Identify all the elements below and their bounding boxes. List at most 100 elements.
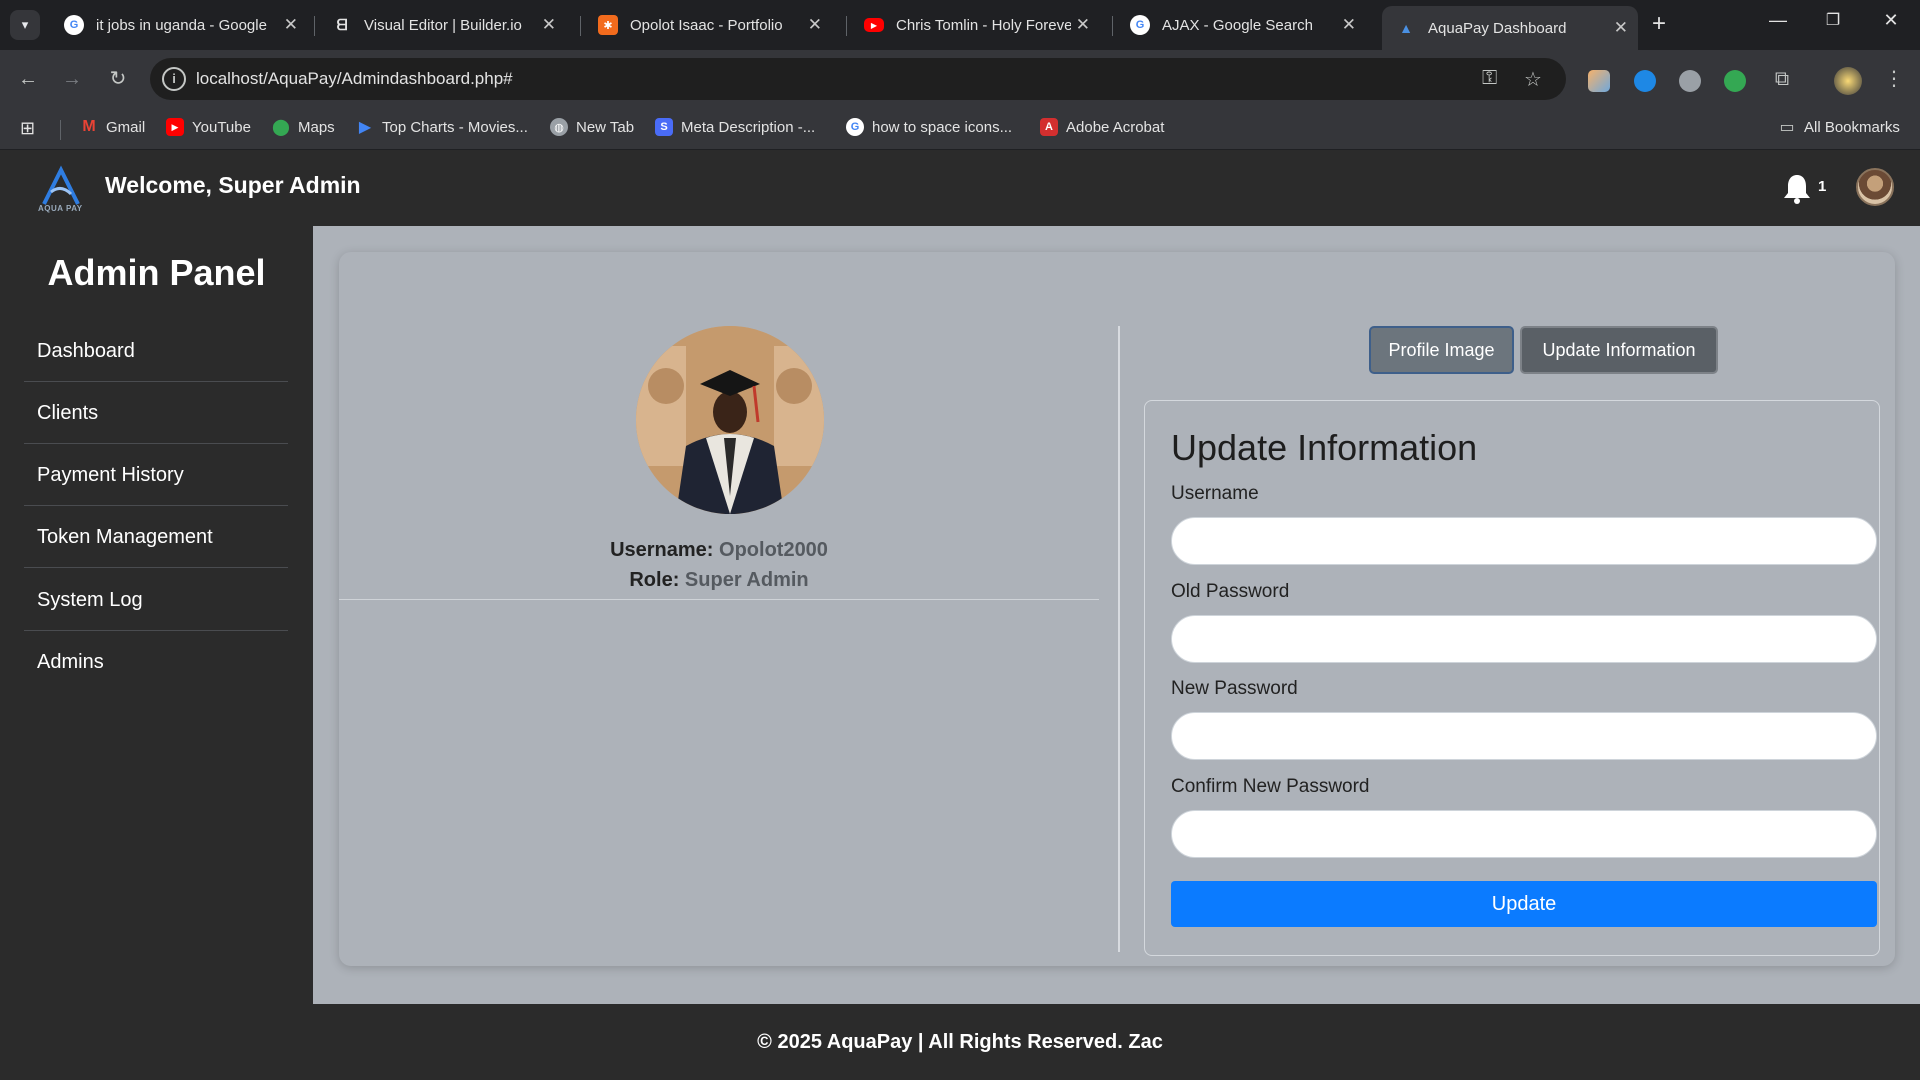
- bookmarks-bar: ⊞ M Gmail ▶ YouTube ⬤ Maps ▶ Top Charts - Mo…: [0, 108, 1920, 150]
- close-icon[interactable]: ✕: [1614, 18, 1628, 38]
- aquapay-icon: ▲: [1399, 20, 1413, 36]
- address-bar[interactable]: i localhost/AquaPay/Admindashboard.php# …: [150, 58, 1566, 100]
- tab-title: Chris Tomlin - Holy Forever: [896, 16, 1071, 34]
- sidebar-title: Admin Panel: [47, 252, 266, 293]
- browser-tab[interactable]: ✱ Opolot Isaac - Portfolio ✕: [584, 8, 832, 42]
- extension-icon[interactable]: [1588, 70, 1610, 92]
- confirm-new-password-input[interactable]: [1171, 810, 1877, 858]
- folder-icon: ▭: [1779, 119, 1795, 136]
- tab-title: Visual Editor | Builder.io: [364, 16, 522, 34]
- browser-tab[interactable]: ᗺ Visual Editor | Builder.io ✕: [318, 8, 566, 42]
- role-label: Role:: [629, 569, 680, 591]
- bookmark-new-tab[interactable]: ◍ New Tab: [550, 118, 634, 136]
- all-bookmarks[interactable]: ▭ All Bookmarks: [1778, 118, 1899, 137]
- sidebar-item-payment-history[interactable]: Payment History: [24, 444, 288, 506]
- sidebar-item-system-log[interactable]: System Log: [24, 569, 288, 631]
- new-password-input[interactable]: [1171, 712, 1877, 760]
- sidebar-item-admins[interactable]: Admins: [24, 631, 288, 693]
- bookmark-label: New Tab: [576, 118, 635, 136]
- google-icon: G: [846, 118, 864, 136]
- close-icon[interactable]: ✕: [1342, 15, 1356, 35]
- window-close-icon[interactable]: ✕: [1876, 10, 1906, 31]
- extensions-puzzle-icon[interactable]: ⧉: [1768, 65, 1796, 93]
- minimize-icon[interactable]: —: [1763, 10, 1793, 31]
- bookmark-adobe-acrobat[interactable]: A Adobe Acrobat: [1040, 118, 1164, 136]
- restore-icon[interactable]: ❐: [1818, 10, 1848, 30]
- gmail-icon: M: [82, 118, 96, 135]
- username-field-label: Username: [1171, 483, 1259, 504]
- bookmark-label: Top Charts - Movies...: [382, 118, 528, 136]
- sidebar: Admin Panel Dashboard Clients Payment Hi…: [0, 226, 313, 1004]
- forward-icon[interactable]: →: [58, 65, 86, 93]
- builder-icon: ᗺ: [336, 16, 348, 34]
- sidebar-item-clients[interactable]: Clients: [24, 382, 288, 444]
- aquapay-page: AQUA PAY Welcome, Super Admin 1 Admin Pa…: [0, 150, 1920, 1080]
- maps-pin-icon: ⬤: [272, 119, 290, 136]
- tab-title: it jobs in uganda - Google: [96, 16, 267, 34]
- youtube-icon: ▶: [166, 118, 184, 136]
- google-icon: G: [64, 15, 84, 35]
- bookmark-star-icon[interactable]: ☆: [1524, 67, 1542, 92]
- welcome-text: Welcome, Super Admin: [105, 172, 361, 198]
- logo-caption: AQUA PAY: [38, 204, 83, 213]
- browser-tab-active[interactable]: ▲ AquaPay Dashboard ✕: [1382, 6, 1638, 50]
- password-key-icon[interactable]: ⚿: [1482, 67, 1497, 90]
- new-tab-button[interactable]: +: [1652, 12, 1666, 36]
- bookmark-youtube[interactable]: ▶ YouTube: [166, 118, 251, 136]
- youtube-icon: ▶: [864, 18, 884, 32]
- globe-icon: ◍: [550, 118, 568, 136]
- browser-tab[interactable]: G it jobs in uganda - Google ✕: [50, 8, 308, 42]
- browser-tab-strip: ▾ G it jobs in uganda - Google ✕ ᗺ Visua…: [0, 0, 1920, 50]
- tab-search-button[interactable]: ▾: [10, 10, 40, 40]
- username-label: Username:: [610, 539, 714, 561]
- graduate-photo-icon: [636, 326, 824, 514]
- extension-icon[interactable]: [1634, 70, 1656, 92]
- google-icon: G: [1130, 15, 1150, 35]
- profile-avatar-icon[interactable]: [1834, 67, 1862, 95]
- profile-photo: [636, 326, 824, 514]
- notification-bell-icon[interactable]: [1782, 172, 1812, 204]
- extension-icon[interactable]: [1679, 70, 1701, 92]
- bookmark-meta-description[interactable]: S Meta Description -...: [655, 118, 815, 136]
- tab-title: AJAX - Google Search: [1162, 16, 1313, 34]
- bookmark-label: how to space icons...: [872, 118, 1013, 136]
- browser-tab[interactable]: ▶ Chris Tomlin - Holy Forever ✕: [850, 8, 1100, 42]
- extension-icon[interactable]: [1724, 70, 1746, 92]
- url-text[interactable]: localhost/AquaPay/Admindashboard.php#: [196, 69, 513, 89]
- tab-update-information[interactable]: Update Information: [1520, 326, 1718, 374]
- notification-count-badge: 1: [1818, 178, 1827, 195]
- bookmark-label: Gmail: [106, 118, 146, 136]
- close-icon[interactable]: ✕: [542, 15, 556, 35]
- close-icon[interactable]: ✕: [284, 15, 298, 35]
- browser-toolbar: ← → ↻ i localhost/AquaPay/Admindashboard…: [0, 50, 1920, 108]
- tab-title: AquaPay Dashboard: [1428, 19, 1567, 37]
- new-password-field-label: New Password: [1171, 678, 1298, 699]
- play-store-icon: ▶: [358, 119, 372, 136]
- vertical-divider: [1118, 326, 1120, 952]
- app-header: AQUA PAY Welcome, Super Admin 1: [0, 150, 1920, 226]
- bookmark-top-charts[interactable]: ▶ Top Charts - Movies...: [356, 118, 528, 137]
- apps-grid-icon[interactable]: ⊞: [20, 118, 35, 139]
- close-icon[interactable]: ✕: [1076, 15, 1090, 35]
- bookmark-gmail[interactable]: M Gmail: [80, 118, 145, 136]
- bookmark-maps[interactable]: ⬤ Maps: [272, 118, 335, 137]
- reload-icon[interactable]: ↻: [104, 65, 132, 93]
- close-icon[interactable]: ✕: [808, 15, 822, 35]
- tab-profile-image[interactable]: Profile Image: [1369, 326, 1514, 374]
- sidebar-item-dashboard[interactable]: Dashboard: [24, 320, 288, 382]
- confirm-password-field-label: Confirm New Password: [1171, 776, 1370, 797]
- bookmark-how-to-space-icons[interactable]: Ghow to space icons...: [846, 118, 1012, 136]
- sidebar-item-token-management[interactable]: Token Management: [24, 506, 288, 568]
- username-input[interactable]: [1171, 517, 1877, 565]
- user-avatar[interactable]: [1856, 168, 1894, 206]
- browser-menu-icon[interactable]: ⋮: [1880, 65, 1908, 93]
- profile-role-line: Role: Super Admin: [339, 569, 1099, 592]
- form-title: Update Information: [1171, 427, 1478, 468]
- back-icon[interactable]: ←: [14, 65, 42, 93]
- update-button[interactable]: Update: [1171, 881, 1877, 927]
- bookmark-label: YouTube: [192, 118, 251, 136]
- divider: [339, 599, 1099, 600]
- old-password-input[interactable]: [1171, 615, 1877, 663]
- browser-tab[interactable]: G AJAX - Google Search ✕: [1116, 8, 1366, 42]
- site-info-icon[interactable]: i: [162, 67, 186, 91]
